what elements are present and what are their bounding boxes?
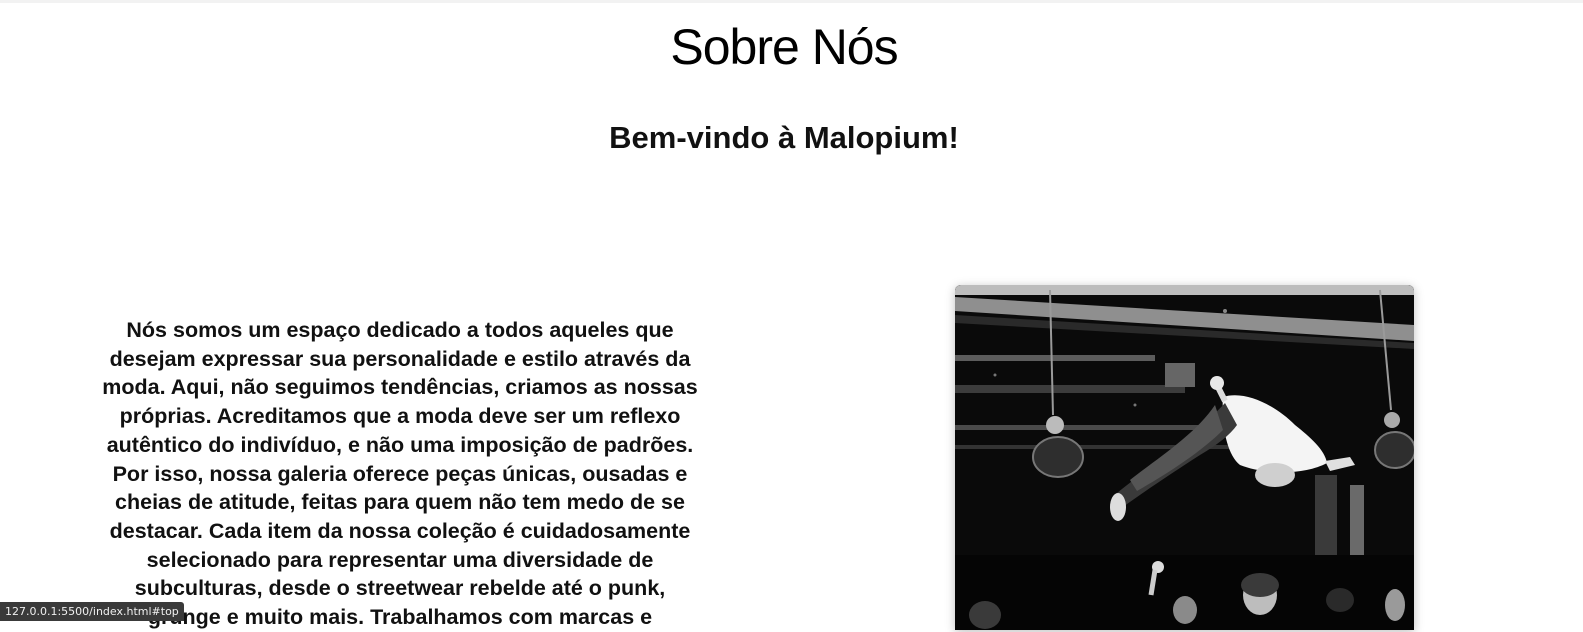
about-paragraph: Nós somos um espaço dedicado a todos aqu… <box>102 318 698 630</box>
top-divider <box>0 0 1583 3</box>
crowd-surfing-photo-icon <box>955 285 1414 630</box>
status-bar-url: 127.0.0.1:5500/index.html#top <box>0 602 184 621</box>
welcome-subtitle: Bem-vindo à Malopium! <box>609 120 959 155</box>
concert-photo <box>955 285 1414 630</box>
page-title: Sobre Nós <box>670 19 898 75</box>
